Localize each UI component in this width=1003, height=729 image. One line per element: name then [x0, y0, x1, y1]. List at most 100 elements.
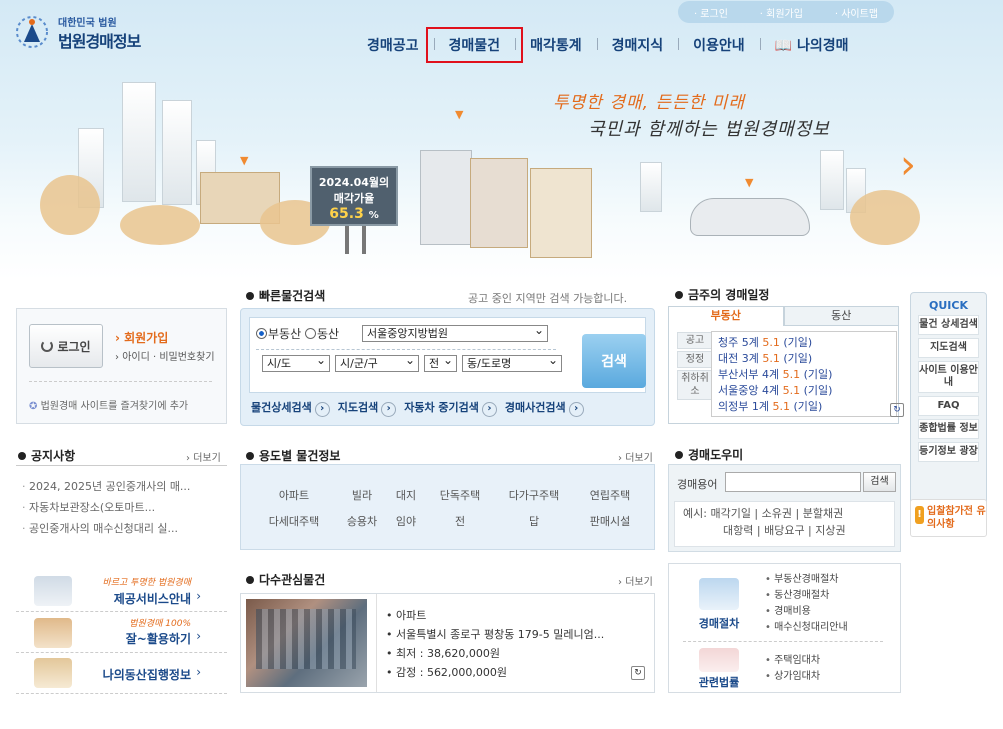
quick-item-site-guide[interactable]: 사이트 이용안내 — [918, 361, 979, 393]
next-arrow-icon[interactable]: › — [900, 145, 916, 185]
procedure-link[interactable]: 부동산경매절차 — [765, 572, 848, 588]
login-button[interactable]: 로그인 — [29, 324, 103, 368]
sub-tab-correction[interactable]: 정정 — [677, 351, 713, 368]
detail-search-link[interactable]: 물건상세검색 — [251, 399, 330, 417]
quick-search-title: 빠른물건검색 — [246, 287, 325, 304]
list-item[interactable]: 부산서부 4계 5.1 (기일) — [718, 367, 896, 383]
tab-movable[interactable]: 동산 — [783, 306, 899, 326]
property-photo[interactable] — [246, 599, 367, 687]
term-link[interactable]: 대항력 — [723, 524, 753, 537]
list-item[interactable]: 청주 5계 5.1 (기일) — [718, 335, 896, 351]
nav-auction-knowledge[interactable]: 경매지식 — [596, 35, 679, 55]
procedure-title[interactable]: 경매절차 — [683, 615, 755, 631]
usage-apartment[interactable]: 아파트 — [263, 487, 325, 503]
tab-realestate[interactable]: 부동산 — [668, 306, 784, 326]
usage-more-link[interactable]: 더보기 — [618, 449, 653, 464]
schedule-court: 청주 5계 — [718, 336, 759, 349]
list-item[interactable]: 2024, 2025년 공인중개사의 매... — [22, 476, 190, 497]
radio-movable[interactable] — [304, 328, 316, 339]
procedure-link[interactable]: 매수신청대리안내 — [765, 620, 848, 636]
procedure-link[interactable]: 동산경매절차 — [765, 588, 848, 604]
favorite-link[interactable]: ✪ 법원경매 사이트를 즐겨찾기에 추가 — [29, 397, 188, 412]
nav-usage-guide[interactable]: 이용안내 — [678, 35, 760, 55]
court-select[interactable]: 서울중앙지방법원 — [362, 323, 548, 342]
law-link[interactable]: 주택임대차 — [765, 653, 820, 669]
notice-more-link[interactable]: 더보기 — [186, 449, 221, 464]
term-link[interactable]: 분할채권 — [803, 507, 843, 520]
sub-tab-withdraw[interactable]: 취하취소 — [677, 370, 713, 400]
quick-item-registry[interactable]: 등기정보 광장 — [918, 442, 979, 462]
usage-detached[interactable]: 단독주택 — [429, 487, 491, 503]
quick-item-map-search[interactable]: 지도검색 — [918, 338, 979, 358]
usage-car[interactable]: 승용차 — [335, 513, 389, 529]
top-link-sitemap[interactable]: 사이트맵 — [835, 5, 878, 20]
usage-paddy[interactable]: 답 — [499, 513, 569, 529]
banner-label: 나의동산집행정보 — [102, 668, 191, 682]
movable-exec-banner[interactable]: 나의동산집행정보 › — [16, 654, 227, 694]
term-link[interactable]: 매각기일 — [710, 507, 750, 520]
term-link[interactable]: 지상권 — [815, 524, 845, 537]
usage-multiunit[interactable]: 다가구주택 — [499, 487, 569, 503]
dong-select[interactable]: 동/도로명 — [462, 353, 562, 372]
list-item[interactable]: 대전 3계 5.1 (기일) — [718, 351, 896, 367]
sido-select[interactable]: 시/도 — [262, 353, 330, 372]
term-link[interactable]: 배당요구 — [764, 524, 804, 537]
usage-forest[interactable]: 임야 — [391, 513, 421, 529]
sub-tab-notice[interactable]: 공고 — [677, 332, 713, 349]
search-links: 물건상세검색 지도검색 자동차 중기검색 경매사건검색 — [251, 399, 592, 417]
bid-warning-link[interactable]: ! 입찰참가전 유의사항 — [910, 499, 987, 537]
quick-search-note: 공고 중인 지역만 검색 가능합니다. — [468, 292, 628, 305]
usage-banner[interactable]: 법원경매 100% 잘~활용하기 › — [16, 613, 227, 653]
list-item[interactable]: 서울중앙 4계 5.1 (기일) — [718, 383, 896, 399]
main-nav: 경매공고 경매물건 매각통계 경매지식 이용안내 📖 나의경매 — [352, 27, 912, 63]
list-item[interactable]: 의정부 1계 5.1 (기일) — [718, 399, 896, 415]
law-title[interactable]: 관련법률 — [683, 674, 755, 690]
term-input[interactable] — [725, 472, 861, 492]
law-link[interactable]: 상가임대차 — [765, 669, 820, 685]
top-link-login[interactable]: 로그인 — [694, 5, 728, 20]
sigungu-select[interactable]: 시/군/구 — [335, 353, 419, 372]
usage-villa[interactable]: 빌라 — [335, 487, 389, 503]
join-link[interactable]: › 회원가입 — [115, 329, 168, 346]
helper-title: 경매도우미 — [675, 446, 743, 463]
nav-auction-items[interactable]: 경매물건 — [425, 27, 524, 63]
tree-illustration — [120, 205, 200, 245]
case-search-link[interactable]: 경매사건검색 — [505, 399, 584, 417]
usage-field[interactable]: 전 — [429, 513, 491, 529]
list-item[interactable]: 자동차보관장소(오토마트... — [22, 497, 190, 518]
quick-item-law-info[interactable]: 종합법률 정보 — [918, 419, 979, 439]
quick-item-faq[interactable]: FAQ — [918, 396, 979, 416]
nav-my-auction[interactable]: 📖 나의경매 — [759, 35, 864, 55]
usage-grid: 아파트 빌라 대지 단독주택 다가구주택 연립주택 다세대주택 승용차 임야 전… — [240, 464, 655, 550]
site-logo[interactable]: 대한민국 법원 법원경매정보 — [12, 12, 162, 52]
schedule-court: 대전 3계 — [718, 352, 759, 365]
search-button[interactable]: 검색 — [582, 334, 646, 388]
usage-retail[interactable]: 판매시설 — [579, 513, 641, 529]
find-id-link[interactable]: › 아이디 · 비밀번호찾기 — [115, 348, 215, 363]
schedule-date: 5.1 — [762, 352, 780, 365]
nav-auction-notice[interactable]: 경매공고 — [352, 35, 434, 55]
list-item[interactable]: 공인중개사의 매수신청대리 실... — [22, 518, 190, 539]
quick-item-detail-search[interactable]: 물건 상세검색 — [918, 315, 979, 335]
map-search-link[interactable]: 지도검색 — [338, 399, 396, 417]
type-radio-group: 부동산 동산 — [256, 325, 339, 342]
nav-sale-stats[interactable]: 매각통계 — [515, 35, 597, 55]
property-appraisal: 감정 : 562,000,000원 — [386, 663, 604, 682]
vehicle-search-link[interactable]: 자동차 중기검색 — [404, 399, 497, 417]
term-search-button[interactable]: 검색 — [863, 472, 896, 492]
top-link-join[interactable]: 회원가입 — [760, 5, 803, 20]
refresh-icon[interactable]: ↻ — [631, 666, 645, 680]
service-banner[interactable]: 바르고 투명한 법원경매 제공서비스안내 › — [16, 572, 227, 612]
popular-more-link[interactable]: 더보기 — [618, 573, 653, 588]
usage-rowhouse[interactable]: 연립주택 — [579, 487, 641, 503]
refresh-icon[interactable]: ↻ — [890, 403, 904, 417]
billboard-value: 65.3 — [329, 206, 364, 222]
procedure-link[interactable]: 경매비용 — [765, 604, 848, 620]
scope-select[interactable]: 전 — [424, 353, 457, 372]
term-link[interactable]: 소유권 — [762, 507, 792, 520]
radio-realestate[interactable] — [256, 328, 267, 339]
usage-land[interactable]: 대지 — [391, 487, 421, 503]
divider — [256, 349, 556, 350]
usage-multifamily[interactable]: 다세대주택 — [259, 513, 329, 529]
property-address[interactable]: 서울특별시 종로구 평창동 179-5 밀레니엄... — [386, 625, 604, 644]
